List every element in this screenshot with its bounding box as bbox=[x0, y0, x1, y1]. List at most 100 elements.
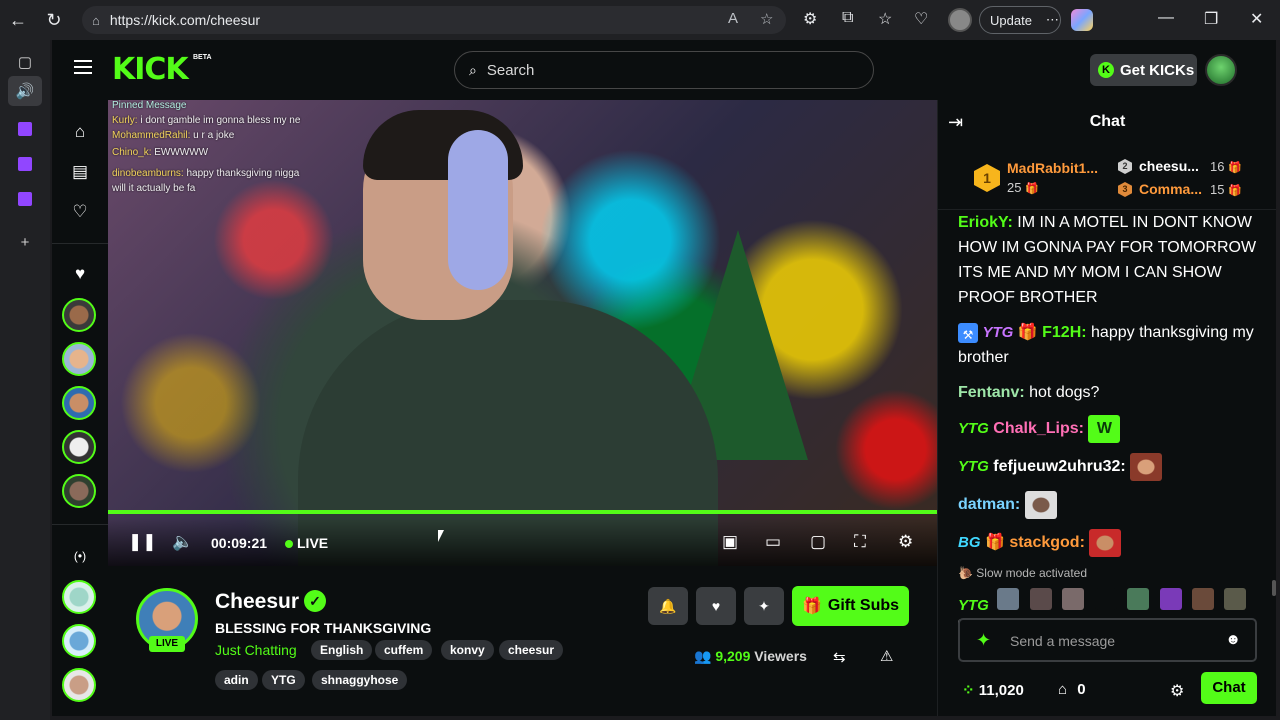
get-kicks-button[interactable]: K Get KICKs bbox=[1090, 54, 1197, 86]
channel-points[interactable]: ⁘ 11,020 bbox=[962, 681, 1024, 699]
clip-icon[interactable]: ▭ bbox=[765, 532, 781, 552]
emote[interactable] bbox=[1062, 588, 1085, 610]
followed-channel-avatar[interactable] bbox=[62, 342, 96, 376]
more-options-icon[interactable]: ⋯ bbox=[1046, 12, 1060, 28]
tab-actions-icon[interactable]: ▢ bbox=[13, 50, 37, 74]
follow-heart-button[interactable]: ♥ bbox=[696, 587, 736, 625]
chat-username[interactable]: Fentanv: bbox=[958, 384, 1025, 401]
read-aloud-icon[interactable]: A bbox=[728, 10, 738, 27]
stream-tag[interactable]: shnaggyhose bbox=[312, 670, 408, 690]
gift-icon: 🎁 bbox=[1228, 185, 1242, 197]
emote[interactable] bbox=[1224, 588, 1247, 610]
back-icon[interactable]: ← bbox=[0, 0, 36, 40]
theater-mode-icon[interactable]: ▢ bbox=[810, 532, 826, 552]
followed-channel-avatar[interactable] bbox=[62, 430, 96, 464]
emote[interactable] bbox=[1094, 588, 1117, 610]
split-screen-icon[interactable]: ⧉ bbox=[842, 9, 853, 27]
chat-username[interactable]: F12H: bbox=[1042, 324, 1086, 341]
rank-1-medal-icon: 1 bbox=[974, 164, 1000, 192]
browser-sidebar: ▢ 🔊 + bbox=[0, 40, 50, 720]
chat-username[interactable]: stackgod: bbox=[1009, 534, 1085, 551]
update-button[interactable]: Update ⋯ bbox=[979, 6, 1061, 34]
chat-username[interactable]: EriokY: bbox=[958, 214, 1013, 231]
recommended-channel-avatar[interactable] bbox=[62, 624, 96, 658]
mini-player-icon[interactable]: ▣ bbox=[722, 532, 738, 552]
chat-message: datman: bbox=[958, 491, 1263, 519]
minimize-icon[interactable]: — bbox=[1158, 9, 1174, 27]
streamer-name[interactable]: Cheesur bbox=[215, 590, 299, 614]
report-warning-icon[interactable]: ⚠ bbox=[880, 647, 893, 665]
followed-channel-avatar[interactable] bbox=[62, 474, 96, 508]
site-info-icon[interactable]: ⌂ bbox=[92, 13, 100, 28]
favorites-icon[interactable]: ☆ bbox=[878, 9, 892, 29]
send-chat-button[interactable]: Chat bbox=[1201, 672, 1257, 704]
stream-tag[interactable]: konvy bbox=[441, 640, 494, 660]
add-tab-icon[interactable]: + bbox=[13, 230, 37, 254]
following-heart-icon[interactable]: ♡ bbox=[68, 200, 92, 224]
emote[interactable] bbox=[1029, 588, 1052, 610]
emoji-icon[interactable]: ☻ bbox=[1225, 631, 1241, 648]
kicks-sparkle-button[interactable]: ✦ bbox=[744, 587, 784, 625]
stream-tag[interactable]: English bbox=[311, 640, 373, 660]
stream-tag[interactable]: cheesur bbox=[499, 640, 564, 660]
chat-settings-gear-icon[interactable]: ⚙ bbox=[1170, 681, 1184, 701]
refresh-icon[interactable]: ↻ bbox=[36, 0, 72, 40]
chat-username[interactable]: datman: bbox=[958, 496, 1020, 513]
overlay-line: dinobeamburns: happy thanksgiving nigga bbox=[112, 168, 300, 179]
browse-icon[interactable]: ▤ bbox=[68, 160, 92, 184]
pause-icon[interactable]: ❚❚ bbox=[128, 532, 157, 552]
share-icon[interactable]: ⇆ bbox=[833, 648, 846, 666]
recommended-channel-avatar[interactable] bbox=[62, 668, 96, 702]
favorite-star-icon[interactable]: ☆ bbox=[760, 10, 773, 28]
user-avatar[interactable] bbox=[1205, 54, 1237, 86]
leader-name[interactable]: Comma... bbox=[1139, 181, 1202, 197]
chat-username[interactable]: Chalk_Lips: bbox=[993, 420, 1084, 437]
browser-essentials-icon[interactable]: ♡ bbox=[914, 9, 928, 29]
stream-tag[interactable]: YTG bbox=[262, 670, 305, 690]
category-link[interactable]: Just Chatting bbox=[215, 642, 297, 658]
emote[interactable] bbox=[997, 588, 1020, 610]
audio-tab-icon[interactable]: 🔊 bbox=[8, 76, 42, 106]
menu-icon[interactable] bbox=[74, 60, 92, 74]
restore-icon[interactable]: ❐ bbox=[1204, 9, 1218, 29]
video-progress-bar[interactable] bbox=[108, 510, 937, 514]
twitch-tab-icon[interactable] bbox=[18, 192, 32, 206]
chat-username[interactable]: fefjueuw2uhru32: bbox=[993, 458, 1125, 475]
settings-gear-icon[interactable]: ⚙ bbox=[898, 532, 913, 552]
emote[interactable] bbox=[1192, 588, 1215, 610]
notification-bell-button[interactable]: 🔔 bbox=[648, 587, 688, 625]
leader-name[interactable]: MadRabbit1... bbox=[1007, 160, 1098, 176]
sparkle-icon: ✦ bbox=[758, 597, 770, 614]
gift-icon: 🎁 bbox=[1025, 183, 1039, 195]
stream-tag[interactable]: cuffem bbox=[375, 640, 433, 660]
kicks-sparkle-icon[interactable]: ✦ bbox=[976, 630, 991, 651]
search-input[interactable]: ⌕ Search bbox=[454, 51, 874, 89]
chat-scrollbar[interactable] bbox=[1272, 580, 1276, 596]
twitch-tab-icon[interactable] bbox=[18, 157, 32, 171]
rank-2-medal-icon: 2 bbox=[1118, 159, 1132, 174]
volume-icon[interactable]: 🔈 bbox=[172, 532, 193, 552]
ytg-emote[interactable]: YTG bbox=[958, 597, 989, 619]
emote[interactable] bbox=[1159, 588, 1182, 610]
followed-channel-avatar[interactable] bbox=[62, 386, 96, 420]
verified-icon: ✓ bbox=[304, 590, 326, 612]
copilot-icon[interactable] bbox=[1071, 9, 1093, 31]
followed-channel-avatar[interactable] bbox=[62, 298, 96, 332]
address-bar[interactable]: ⌂ https://kick.com/cheesur bbox=[82, 6, 786, 34]
ytg-badge: YTG bbox=[958, 420, 989, 438]
gift-subs-button[interactable]: 🎁 Gift Subs bbox=[792, 586, 909, 626]
video-player[interactable]: Pinned Message Kurly: i dont gamble im g… bbox=[108, 100, 937, 566]
profile-avatar[interactable] bbox=[948, 8, 972, 32]
kick-logo[interactable]: KICK bbox=[112, 52, 189, 87]
store-count[interactable]: ⌂ 0 bbox=[1058, 681, 1086, 698]
emote[interactable] bbox=[1127, 588, 1150, 610]
extensions-icon[interactable]: ⚙ bbox=[803, 9, 817, 29]
stream-tag[interactable]: adin bbox=[215, 670, 258, 690]
recommended-channel-avatar[interactable] bbox=[62, 580, 96, 614]
home-icon[interactable]: ⌂ bbox=[68, 120, 92, 144]
close-icon[interactable]: ✕ bbox=[1250, 9, 1263, 29]
twitch-tab-icon[interactable] bbox=[18, 122, 32, 136]
leader-name[interactable]: cheesu... bbox=[1139, 158, 1199, 174]
fullscreen-icon[interactable]: ⛶ bbox=[854, 532, 866, 552]
chat-input[interactable]: ✦ Send a message ☻ bbox=[958, 618, 1257, 662]
